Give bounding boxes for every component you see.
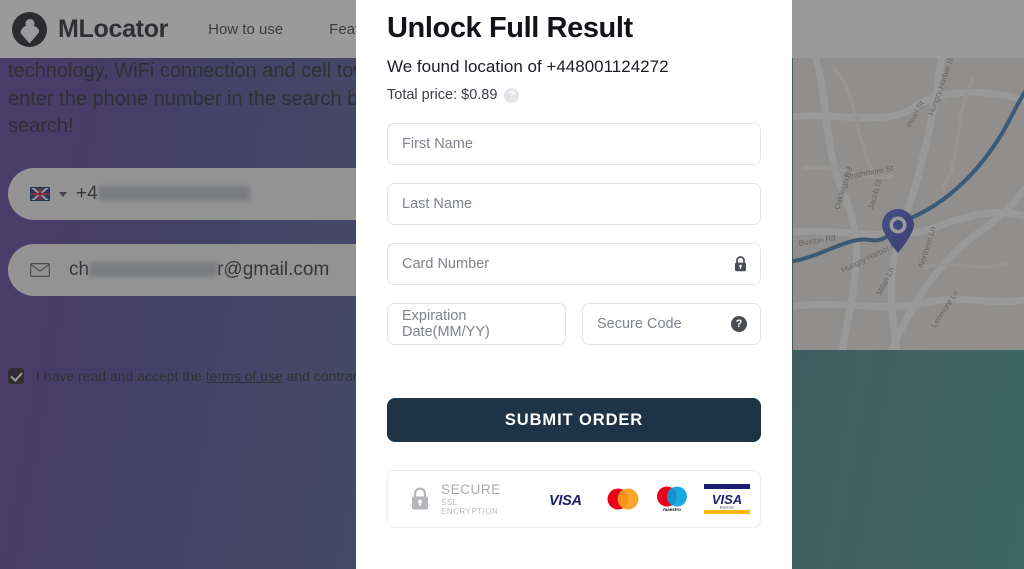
card-extra-row: Expiration Date(MM/YY) Secure Code ?	[387, 303, 761, 345]
visa-electron-icon: VISA Electron	[703, 484, 750, 514]
total-price-row: Total price: $0.89 ?	[387, 87, 761, 103]
secure-payment-badge: SECURE SSL ENCRYPTION VISA maestro VISA …	[387, 470, 761, 528]
accepted-cards: VISA maestro VISA Electron	[549, 484, 750, 514]
secure-subtitle: SSL ENCRYPTION	[441, 498, 499, 516]
visa-card-icon: VISA	[549, 493, 582, 507]
last-name-field[interactable]: Last Name	[387, 183, 761, 225]
secure-code-field[interactable]: Secure Code ?	[582, 303, 761, 345]
modal-subtitle: We found location of +448001124272	[387, 57, 669, 76]
question-mark-icon[interactable]: ?	[504, 87, 520, 103]
lock-icon	[412, 487, 428, 510]
unlock-result-modal: Unlock Full Result We found location of …	[356, 0, 792, 569]
first-name-field[interactable]: First Name	[387, 123, 761, 165]
maestro-icon: maestro	[656, 486, 687, 512]
lock-icon	[734, 256, 747, 272]
expiration-date-field[interactable]: Expiration Date(MM/YY)	[387, 303, 566, 345]
first-name-placeholder: First Name	[402, 136, 473, 152]
mastercard-icon	[607, 488, 639, 510]
submit-order-button[interactable]: SUBMIT ORDER	[387, 398, 761, 442]
question-mark-icon[interactable]: ?	[731, 316, 747, 332]
last-name-placeholder: Last Name	[402, 196, 473, 212]
app-window: MLocator How to use Featur technology, W…	[0, 0, 1024, 569]
card-number-placeholder: Card Number	[402, 256, 490, 272]
svg-text:maestro: maestro	[663, 507, 681, 512]
expiration-placeholder: Expiration Date(MM/YY)	[402, 308, 490, 340]
modal-title: Unlock Full Result	[387, 12, 633, 44]
card-number-field[interactable]: Card Number	[387, 243, 761, 285]
svg-text:VISA: VISA	[549, 493, 582, 507]
secure-title: SECURE	[441, 482, 501, 497]
svg-text:Electron: Electron	[719, 506, 734, 510]
total-price-label: Total price: $0.89	[387, 87, 498, 103]
secure-label-group: SECURE SSL ENCRYPTION	[410, 482, 501, 516]
secure-code-placeholder: Secure Code	[597, 316, 682, 332]
